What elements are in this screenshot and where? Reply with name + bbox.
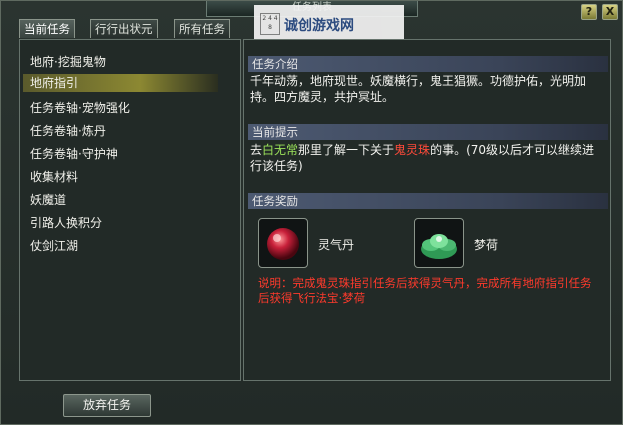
npc-link[interactable]: 白无常 (262, 143, 298, 157)
task-item-sword-jianghu[interactable]: 仗剑江湖 (30, 237, 78, 254)
close-button[interactable]: X (602, 4, 618, 20)
help-button[interactable]: ? (581, 4, 597, 20)
green-lotus-icon[interactable] (414, 218, 464, 268)
tab-current-tasks[interactable]: 当前任务 (19, 19, 75, 38)
task-detail: 任务介绍 千年动荡，地府现世。妖魔横行，鬼王猖獗。功德护佑，光明加持。四方魔灵，… (243, 39, 611, 381)
tab-all-tasks[interactable]: 所有任务 (174, 19, 230, 38)
reward-note: 说明：完成鬼灵珠指引任务后获得灵气丹，完成所有地府指引任务后获得飞行法宝·梦荷 (258, 276, 592, 305)
task-item-guardian[interactable]: 任务卷轴·守护神 (30, 145, 118, 162)
rewards-heading: 任务奖励 (248, 193, 608, 209)
task-item-pet-enhance[interactable]: 任务卷轴·宠物强化 (30, 99, 130, 116)
watermark-logo: 2 4 4 8 (260, 13, 280, 35)
intro-text: 千年动荡，地府现世。妖魔横行，鬼王猖獗。功德护佑，光明加持。四方魔灵，共护冥址。 (250, 74, 587, 104)
task-item-alchemy[interactable]: 任务卷轴·炼丹 (30, 122, 106, 139)
item-link[interactable]: 鬼灵珠 (394, 143, 430, 157)
task-item-demon-path[interactable]: 妖魔道 (30, 191, 66, 208)
hint-heading: 当前提示 (248, 124, 608, 140)
reward-name-menghe: 梦荷 (474, 238, 499, 252)
task-item-underworld-guide[interactable]: 地府指引 (23, 74, 218, 92)
task-item-guide-points[interactable]: 引路人换积分 (30, 214, 102, 231)
intro-heading: 任务介绍 (248, 56, 608, 72)
abandon-task-button[interactable]: 放弃任务 (63, 394, 151, 417)
hint-prefix: 去 (250, 143, 263, 157)
watermark-text: 诚创游戏网 (284, 18, 354, 34)
task-list: 地府·挖掘鬼物 地府指引 任务卷轴·宠物强化 任务卷轴·炼丹 任务卷轴·守护神 … (19, 39, 241, 381)
tab-career-tasks[interactable]: 行行出状元 (90, 19, 158, 38)
hint-text: 去白无常那里了解一下关于鬼灵珠的事。(70级以后才可以继续进行该任务) (250, 142, 600, 174)
task-item-collect[interactable]: 收集材料 (30, 168, 78, 185)
hint-middle: 那里了解一下关于 (298, 143, 395, 157)
reward-name-lingqidan: 灵气丹 (318, 238, 355, 252)
task-item-digging[interactable]: 地府·挖掘鬼物 (30, 53, 106, 70)
quest-window: 任务列表 ? X 2 4 4 8 诚创游戏网 当前任务 行行出状元 所有任务 地… (0, 0, 623, 425)
red-orb-icon[interactable] (258, 218, 308, 268)
